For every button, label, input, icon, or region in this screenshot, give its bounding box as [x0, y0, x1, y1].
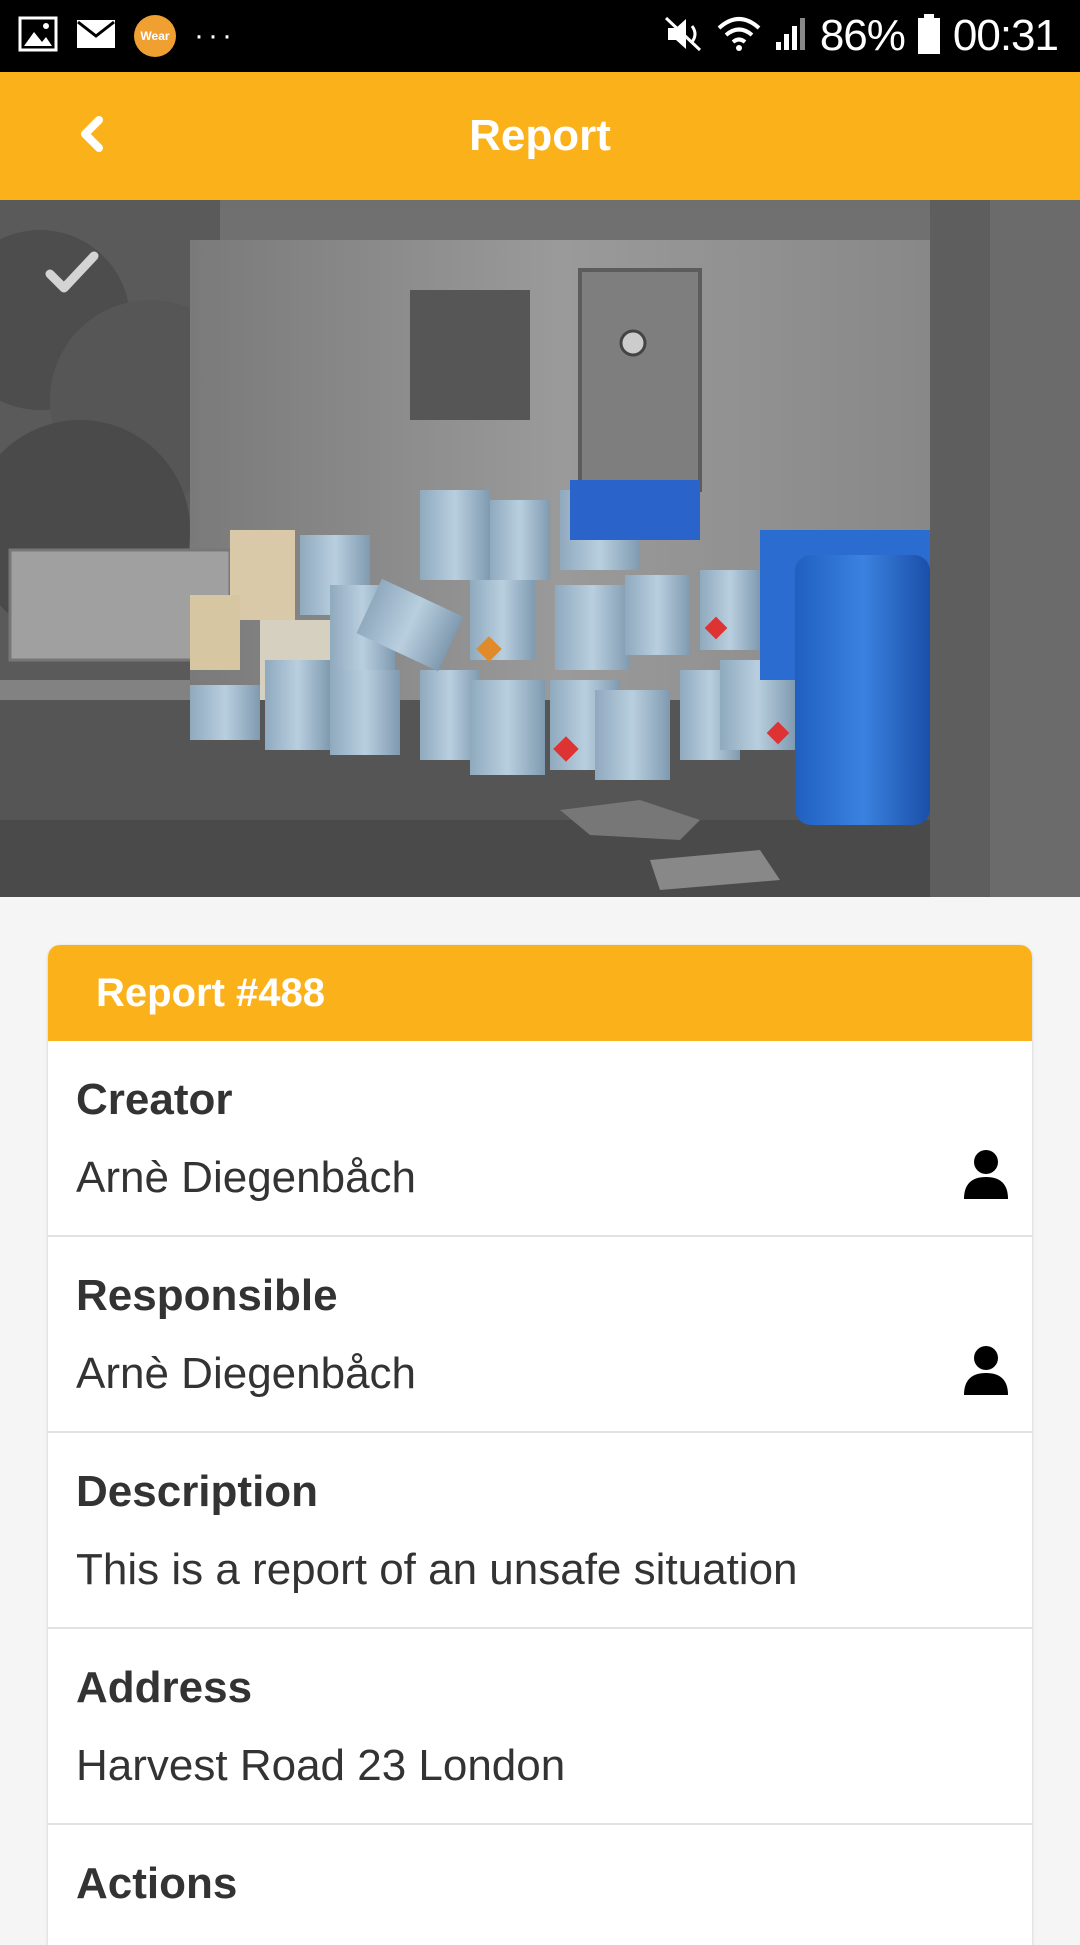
- battery-percent: 86%: [819, 11, 906, 60]
- creator-field[interactable]: Creator Arnè Diegenbåch: [48, 1041, 1032, 1237]
- signal-icon: [774, 16, 808, 57]
- mail-icon: [76, 19, 116, 54]
- report-card: Report #488 Creator Arnè Diegenbåch Resp…: [48, 945, 1032, 1945]
- check-icon: [44, 250, 100, 299]
- report-number: Report #488: [48, 945, 1032, 1041]
- responsible-value: Arnè Diegenbåch: [76, 1349, 417, 1398]
- battery-icon: [917, 13, 941, 60]
- actions-label: Actions: [76, 1859, 238, 1908]
- person-icon[interactable]: [962, 1345, 1010, 1402]
- person-icon[interactable]: [962, 1149, 1010, 1206]
- wifi-icon: [716, 14, 762, 59]
- description-value: This is a report of an unsafe situation: [76, 1545, 798, 1594]
- mute-icon: [662, 14, 704, 59]
- gallery-icon: [18, 16, 58, 57]
- more-notifications-icon: ···: [194, 19, 236, 52]
- app-bar: Report: [0, 72, 1080, 200]
- address-value: Harvest Road 23 London: [76, 1741, 566, 1790]
- responsible-field[interactable]: Responsible Arnè Diegenbåch: [48, 1237, 1032, 1433]
- wear-icon: Wear: [134, 15, 176, 57]
- actions-field[interactable]: Actions: [48, 1825, 1032, 1945]
- creator-value: Arnè Diegenbåch: [76, 1153, 417, 1202]
- creator-label: Creator: [76, 1075, 233, 1124]
- address-label: Address: [76, 1663, 253, 1712]
- responsible-label: Responsible: [76, 1271, 338, 1320]
- report-photo[interactable]: [0, 200, 1080, 897]
- address-field[interactable]: Address Harvest Road 23 London: [48, 1629, 1032, 1825]
- description-label: Description: [76, 1467, 319, 1516]
- status-bar: Wear ··· 86% 00:31: [0, 0, 1080, 72]
- description-field: Description This is a report of an unsaf…: [48, 1433, 1032, 1629]
- clock: 00:31: [952, 11, 1059, 60]
- page-title: Report: [469, 111, 611, 160]
